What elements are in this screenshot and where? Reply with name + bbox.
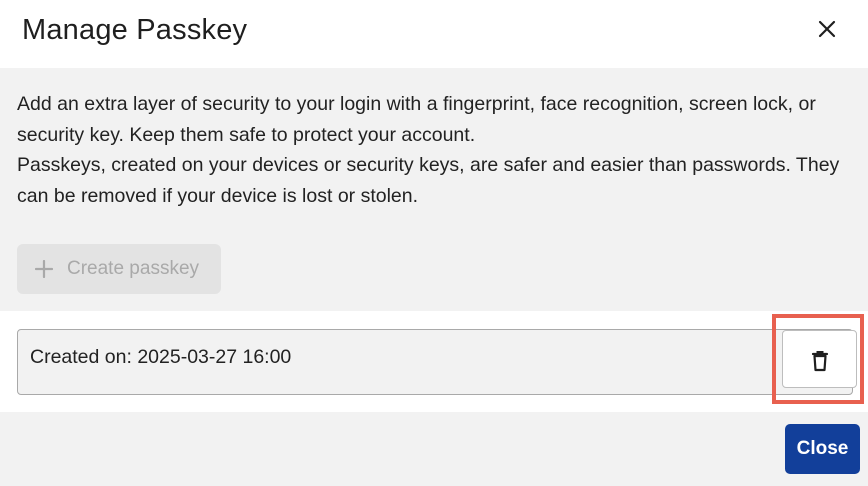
plus-icon: [34, 259, 54, 279]
description-passkeys: Passkeys, created on your devices or sec…: [17, 154, 840, 207]
dialog-title: Manage Passkey: [22, 14, 248, 46]
description-security: Add an extra layer of security to your l…: [17, 93, 816, 146]
create-passkey-button[interactable]: Create passkey: [17, 244, 221, 294]
create-passkey-label: Create passkey: [67, 258, 200, 279]
dialog-header: Manage Passkey: [0, 0, 868, 68]
close-icon[interactable]: [812, 14, 842, 44]
close-button[interactable]: Close: [785, 424, 860, 474]
list-item: Created on: 2025-03-27 16:00: [17, 329, 853, 395]
description: Add an extra layer of security to your l…: [17, 89, 862, 211]
passkey-list: Created on: 2025-03-27 16:00: [0, 311, 868, 412]
trash-icon: [810, 350, 830, 372]
delete-passkey-button[interactable]: [782, 330, 857, 388]
delete-passkey-highlight: [772, 314, 864, 404]
passkey-created-date: Created on: 2025-03-27 16:00: [30, 346, 292, 368]
